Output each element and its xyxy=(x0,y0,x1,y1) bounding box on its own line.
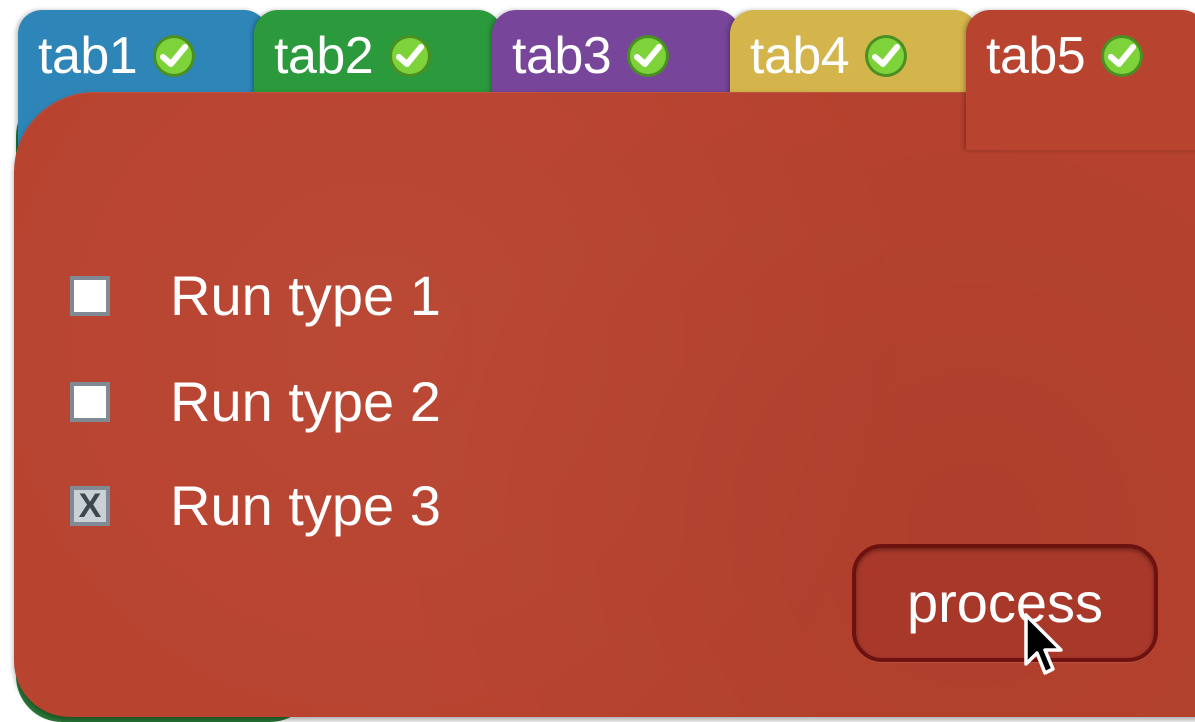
run-type-1-option[interactable]: Run type 1 xyxy=(70,268,441,324)
run-type-3-label: Run type 3 xyxy=(170,474,441,537)
tab-1-label: tab1 xyxy=(38,27,138,85)
run-type-3-checkbox[interactable]: X xyxy=(70,486,110,526)
run-type-1-checkbox[interactable] xyxy=(70,276,110,316)
run-type-2-option[interactable]: Run type 2 xyxy=(70,374,441,430)
run-type-2-label: Run type 2 xyxy=(170,370,441,433)
green-check-icon xyxy=(1101,35,1144,77)
tab-2-label: tab2 xyxy=(274,27,374,85)
checkbox-x-mark: X xyxy=(78,487,102,525)
process-button-label: process xyxy=(906,571,1104,634)
tab-3-label: tab3 xyxy=(512,27,612,85)
tab5-content-panel: Run type 1 Run type 2 X Run type 3 proce… xyxy=(14,92,1195,717)
green-check-icon xyxy=(627,35,670,77)
green-check-icon xyxy=(389,35,432,77)
tab-5-active[interactable]: tab5 xyxy=(966,10,1195,150)
tabbed-dialog: tab1 tab2 tab3 tab4 tab5 Run type 1 Run … xyxy=(0,0,1195,722)
run-type-2-checkbox[interactable] xyxy=(70,382,110,422)
green-check-icon xyxy=(153,35,196,77)
tab-4-label: tab4 xyxy=(750,27,850,85)
run-type-3-option[interactable]: X Run type 3 xyxy=(70,478,441,534)
run-type-1-label: Run type 1 xyxy=(170,264,441,327)
green-check-icon xyxy=(865,35,908,77)
process-button[interactable]: process xyxy=(852,544,1158,662)
tab-5-label: tab5 xyxy=(986,27,1086,85)
